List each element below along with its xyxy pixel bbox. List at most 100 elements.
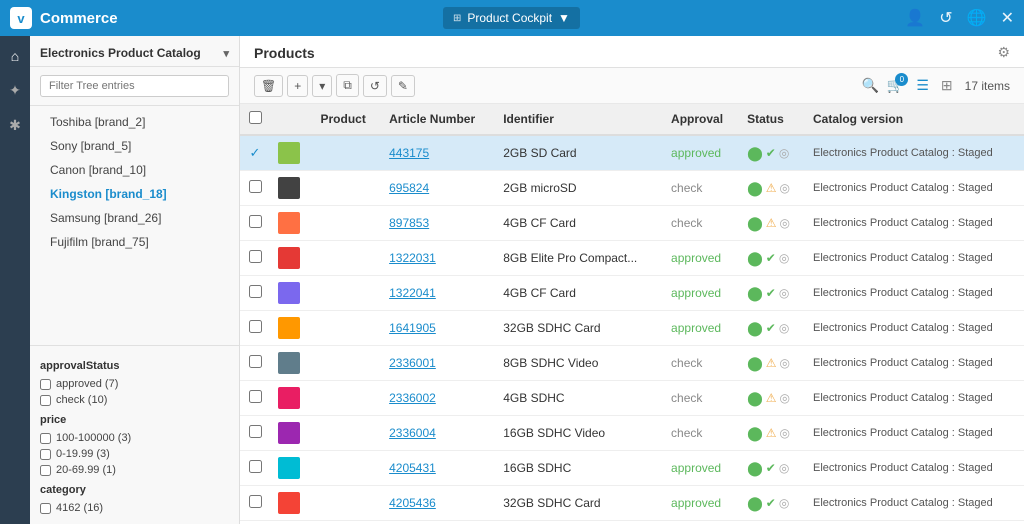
tree-list: Toshiba [brand_2] Sony [brand_5] Canon […: [30, 106, 239, 345]
grid-view-button[interactable]: ⊞: [937, 75, 957, 96]
row-status-cell: ⬤ ⚠ ◎: [739, 416, 805, 451]
row-thumb-cell: [270, 171, 313, 206]
row-identifier-cell: 16GB SDHC: [495, 451, 663, 486]
row-check-cell: [240, 416, 270, 451]
status-dot-green: ⬤: [747, 250, 763, 267]
status-dot-green: ⬤: [747, 145, 763, 162]
row-status-cell: ⬤ ⚠ ◎: [739, 171, 805, 206]
cart-button[interactable]: 🛒 0: [887, 77, 904, 94]
article-link[interactable]: 695824: [389, 181, 429, 195]
catalog-chevron-icon[interactable]: ▾: [223, 47, 229, 60]
row-article-cell[interactable]: 1322041: [381, 276, 495, 311]
row-checkbox[interactable]: [249, 320, 262, 333]
row-article-cell[interactable]: 2336001: [381, 346, 495, 381]
facet-price-2-checkbox[interactable]: [40, 449, 51, 460]
row-catalog-cell: Electronics Product Catalog : Staged: [805, 381, 1024, 416]
row-article-cell[interactable]: 2336004: [381, 416, 495, 451]
tree-item-sony[interactable]: Sony [brand_5]: [30, 134, 239, 158]
row-checkbox[interactable]: [249, 250, 262, 263]
status-icons: ⬤ ✔ ◎: [747, 285, 797, 302]
product-cockpit-button[interactable]: ⊞ Product Cockpit ▼: [443, 7, 580, 29]
row-checkbox[interactable]: [249, 460, 262, 473]
table-row: 1641905 32GB SDHC Card approved ⬤ ✔ ◎ El…: [240, 311, 1024, 346]
row-status-cell: ⬤ ✔ ◎: [739, 486, 805, 521]
row-checkbox[interactable]: [249, 425, 262, 438]
sidebar-icon-home[interactable]: ⌂: [7, 44, 23, 68]
row-checkbox[interactable]: [249, 390, 262, 403]
row-check-cell: [240, 241, 270, 276]
col-article[interactable]: Article Number: [381, 104, 495, 135]
article-link[interactable]: 2336002: [389, 391, 436, 405]
row-checkbox[interactable]: [249, 285, 262, 298]
product-thumbnail: [278, 492, 300, 514]
select-all-checkbox[interactable]: [249, 111, 262, 124]
article-link[interactable]: 2336004: [389, 426, 436, 440]
close-icon[interactable]: ✕: [1001, 8, 1014, 28]
row-article-cell[interactable]: 4852405: [381, 521, 495, 524]
article-link[interactable]: 1641905: [389, 321, 436, 335]
row-article-cell[interactable]: 443175: [381, 135, 495, 171]
row-article-cell[interactable]: 695824: [381, 171, 495, 206]
facet-price-1-checkbox[interactable]: [40, 433, 51, 444]
facet-category-1-checkbox[interactable]: [40, 503, 51, 514]
row-checkbox[interactable]: [249, 495, 262, 508]
sidebar-icon-settings[interactable]: ✱: [5, 113, 25, 138]
row-article-cell[interactable]: 1641905: [381, 311, 495, 346]
sidebar-icon-star[interactable]: ✦: [5, 78, 25, 103]
user-icon[interactable]: 👤: [905, 8, 925, 28]
row-checkbox[interactable]: [249, 355, 262, 368]
article-link[interactable]: 2336001: [389, 356, 436, 370]
status-icons: ⬤ ⚠ ◎: [747, 425, 797, 442]
search-button[interactable]: 🔍: [861, 77, 878, 94]
article-link[interactable]: 897853: [389, 216, 429, 230]
status-circle-icon: ◎: [780, 426, 790, 440]
col-status[interactable]: Status: [739, 104, 805, 135]
delete-button[interactable]: 🗑: [254, 75, 283, 97]
copy-button[interactable]: ⧉: [336, 74, 359, 97]
refresh-button[interactable]: ↺: [363, 75, 387, 97]
article-link[interactable]: 443175: [389, 146, 429, 160]
row-article-cell[interactable]: 4205436: [381, 486, 495, 521]
status-icons: ⬤ ✔ ◎: [747, 460, 797, 477]
approval-badge: check: [671, 181, 702, 195]
filter-tree-input[interactable]: [40, 75, 229, 97]
row-checkbox[interactable]: [249, 180, 262, 193]
row-article-cell[interactable]: 1322031: [381, 241, 495, 276]
facet-check-checkbox[interactable]: [40, 395, 51, 406]
col-approval[interactable]: Approval: [663, 104, 739, 135]
status-check-icon: ✔: [766, 461, 776, 475]
row-article-cell[interactable]: 2336002: [381, 381, 495, 416]
tree-item-toshiba[interactable]: Toshiba [brand_2]: [30, 110, 239, 134]
article-link[interactable]: 1322031: [389, 251, 436, 265]
add-dropdown-button[interactable]: ▾: [312, 75, 332, 97]
main-header: Products ⚙: [240, 36, 1024, 68]
products-table-wrap: Product Article Number Identifier Approv…: [240, 104, 1024, 524]
tree-item-samsung[interactable]: Samsung [brand_26]: [30, 206, 239, 230]
col-product[interactable]: Product: [313, 104, 382, 135]
facets-section: approvalStatus approved (7) check (10) p…: [30, 345, 239, 524]
row-article-cell[interactable]: 897853: [381, 206, 495, 241]
tree-item-fujifilm[interactable]: Fujifilm [brand_75]: [30, 230, 239, 254]
row-check-cell: [240, 486, 270, 521]
article-link[interactable]: 4205431: [389, 461, 436, 475]
tree-item-kingston[interactable]: Kingston [brand_18]: [30, 182, 239, 206]
settings-icon[interactable]: ⚙: [997, 44, 1010, 61]
refresh-icon[interactable]: ↺: [939, 8, 952, 28]
tree-item-canon[interactable]: Canon [brand_10]: [30, 158, 239, 182]
col-catalog[interactable]: Catalog version: [805, 104, 1024, 135]
facet-approved-checkbox[interactable]: [40, 379, 51, 390]
facet-approved: approved (7): [40, 376, 229, 392]
add-button[interactable]: +: [287, 75, 308, 97]
row-article-cell[interactable]: 4205431: [381, 451, 495, 486]
edit-button[interactable]: ✎: [391, 75, 415, 97]
article-link[interactable]: 4205436: [389, 496, 436, 510]
col-identifier[interactable]: Identifier: [495, 104, 663, 135]
globe-icon[interactable]: 🌐: [967, 8, 987, 28]
facet-price-2: 0-19.99 (3): [40, 446, 229, 462]
list-view-button[interactable]: ☰: [912, 75, 933, 96]
row-approval-cell: approved: [663, 135, 739, 171]
row-checkbox[interactable]: [249, 215, 262, 228]
row-check-cell: [240, 206, 270, 241]
facet-price-3-checkbox[interactable]: [40, 465, 51, 476]
article-link[interactable]: 1322041: [389, 286, 436, 300]
